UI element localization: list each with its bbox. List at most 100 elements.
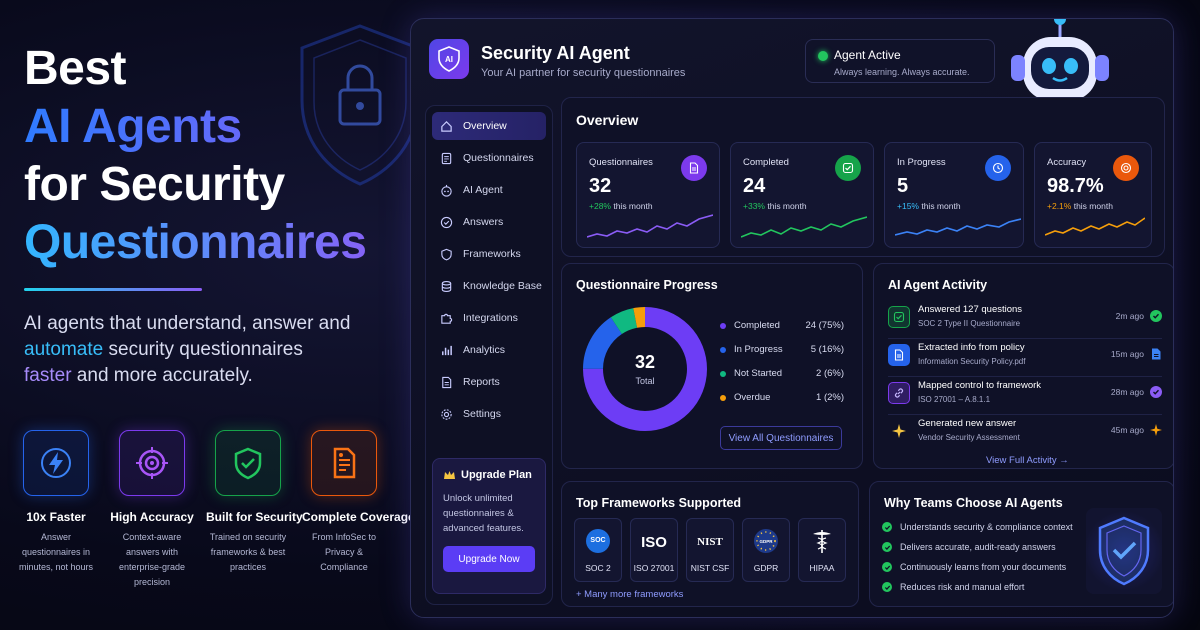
donut-total-label: Total [635, 376, 654, 386]
upgrade-plan-card: Upgrade Plan Unlock unlimited questionna… [432, 458, 546, 594]
feature-faster: 10x Faster Answer questionnaires in minu… [14, 430, 98, 590]
feature-title: 10x Faster [26, 510, 86, 524]
sidebar-item-settings[interactable]: Settings [432, 400, 546, 428]
stat-card-in-progress[interactable]: In Progress 5 +15% this month [884, 142, 1024, 248]
hero-line-2: AI Agents [24, 98, 394, 156]
gdpr-logo: GDPR [743, 527, 789, 555]
check-square-icon [888, 306, 910, 328]
framework-card-gdpr[interactable]: GDPR GDPR [742, 518, 790, 582]
upgrade-title: Upgrade Plan [443, 469, 535, 481]
legend-dot [720, 322, 726, 329]
activity-item[interactable]: Generated new answer Vendor Security Ass… [888, 416, 1162, 450]
caduceus-icon [799, 527, 845, 555]
framework-name: GDPR [753, 563, 779, 573]
view-all-questionnaires-button[interactable]: View All Questionnaires [720, 426, 842, 450]
stat-card-accuracy[interactable]: Accuracy 98.7% +2.1% this month [1034, 142, 1152, 248]
sidebar-item-knowledge-base[interactable]: Knowledge Base [432, 272, 546, 300]
hero-sub-text: and more accurately. [71, 365, 253, 386]
activity-item[interactable]: Extracted info from policy Information S… [888, 340, 1162, 374]
questionnaire-progress-panel: Questionnaire Progress 32 Total Complete… [561, 263, 863, 469]
sparkline-completed [741, 216, 867, 238]
why-item: Understands security & compliance contex… [882, 522, 1073, 532]
check-circle-icon [882, 522, 892, 532]
stat-card-questionnaires[interactable]: Questionnaires 32 +28% this month [576, 142, 720, 248]
stat-delta: +15% this month [897, 201, 961, 211]
sidebar-item-reports[interactable]: Reports [432, 368, 546, 396]
framework-card-iso27001[interactable]: ISO ISO 27001 [630, 518, 678, 582]
crown-icon [444, 470, 455, 479]
check-square-icon [835, 155, 861, 181]
document-icon [441, 152, 452, 164]
stat-delta-suffix: this month [918, 201, 961, 211]
donut-total-value: 32 [635, 352, 655, 372]
sidebar-item-label: Questionnaires [463, 152, 534, 164]
stat-delta-value: +28% [589, 201, 611, 211]
framework-card-hipaa[interactable]: HIPAA [798, 518, 846, 582]
sidebar-item-analytics[interactable]: Analytics [432, 336, 546, 364]
legend-label: Not Started [734, 368, 783, 379]
stat-value: 24 [743, 175, 766, 197]
stat-delta-value: +33% [743, 201, 765, 211]
activity-item[interactable]: Answered 127 questions SOC 2 Type II Que… [888, 302, 1162, 336]
why-item-text: Delivers accurate, audit-ready answers [900, 542, 1056, 552]
hero-sub-text: security questionnaires [103, 339, 303, 360]
sidebar-item-label: Analytics [463, 344, 506, 356]
status-title: Agent Active [834, 48, 901, 62]
sidebar-item-label: AI Agent [463, 184, 503, 196]
feature-coverage: Complete Coverage From InfoSec to Privac… [302, 430, 415, 590]
stat-value: 5 [897, 175, 909, 197]
dashboard-window: AI Security AI Agent Your AI partner for… [410, 18, 1174, 618]
sidebar-item-frameworks[interactable]: Frameworks [432, 240, 546, 268]
sidebar-item-label: Reports [463, 376, 500, 388]
app-logo[interactable]: AI [429, 39, 469, 79]
hero-line-4: Questionnaires [24, 214, 394, 272]
upgrade-now-button[interactable]: Upgrade Now [443, 546, 535, 572]
framework-name: ISO 27001 [633, 563, 675, 573]
framework-card-soc2[interactable]: SOC SOC 2 [574, 518, 622, 582]
overview-panel: Overview Questionnaires 32 +28% this mon… [561, 97, 1165, 257]
legend-dot [720, 346, 726, 353]
stat-delta-suffix: this month [610, 201, 653, 211]
gear-icon [441, 408, 452, 420]
sidebar-item-questionnaires[interactable]: Questionnaires [432, 144, 546, 172]
check-circle-icon [1150, 310, 1162, 322]
iso-logo-text: ISO [641, 534, 667, 551]
framework-name: HIPAA [809, 563, 835, 573]
document-icon [681, 155, 707, 181]
activity-subtitle: ISO 27001 – A.8.1.1 [918, 395, 991, 404]
check-circle-icon [882, 562, 892, 572]
stat-delta-suffix: this month [1071, 201, 1113, 211]
framework-card-nist-csf[interactable]: NIST NIST CSF [686, 518, 734, 582]
stat-card-completed[interactable]: Completed 24 +33% this month [730, 142, 874, 248]
feature-accuracy: High Accuracy Context-aware answers with… [110, 430, 194, 590]
many-more-frameworks-link[interactable]: + Many more frameworks [576, 589, 683, 600]
legend-dot [720, 394, 726, 401]
document-icon [311, 430, 377, 496]
feature-desc: Answer questionnaires in minutes, not ho… [18, 532, 94, 572]
check-circle-icon [882, 582, 892, 592]
legend-value: 24 (75%) [805, 320, 844, 331]
hero-subtitle: AI agents that understand, answer and au… [24, 311, 354, 389]
target-icon [119, 430, 185, 496]
hero-sub-highlight-faster: faster [24, 365, 72, 386]
activity-time: 15m ago [1110, 349, 1144, 359]
sidebar-item-answers[interactable]: Answers [432, 208, 546, 236]
sidebar-item-integrations[interactable]: Integrations [432, 304, 546, 332]
activity-subtitle: SOC 2 Type II Questionnaire [918, 319, 1021, 328]
sidebar-item-label: Settings [463, 408, 501, 420]
soc-logo: SOC [575, 527, 621, 555]
activity-divider [888, 414, 1162, 415]
target-icon [1113, 155, 1139, 181]
sparkline-in-progress [895, 218, 1021, 236]
sidebar-item-ai-agent[interactable]: AI Agent [432, 176, 546, 204]
legend-item-overdue: Overdue 1 (2%) [720, 392, 844, 403]
framework-name: NIST CSF [690, 563, 730, 573]
activity-title-text: Extracted info from policy [918, 342, 1025, 353]
view-full-activity-link[interactable]: View Full Activity → [986, 455, 1069, 466]
why-item: Continuously learns from your documents [882, 562, 1066, 572]
shield-icon [441, 248, 452, 260]
bar-chart-icon [442, 345, 452, 355]
sidebar-item-overview[interactable]: Overview [432, 112, 546, 140]
hero-divider [24, 288, 202, 291]
activity-item[interactable]: Mapped control to framework ISO 27001 – … [888, 378, 1162, 412]
